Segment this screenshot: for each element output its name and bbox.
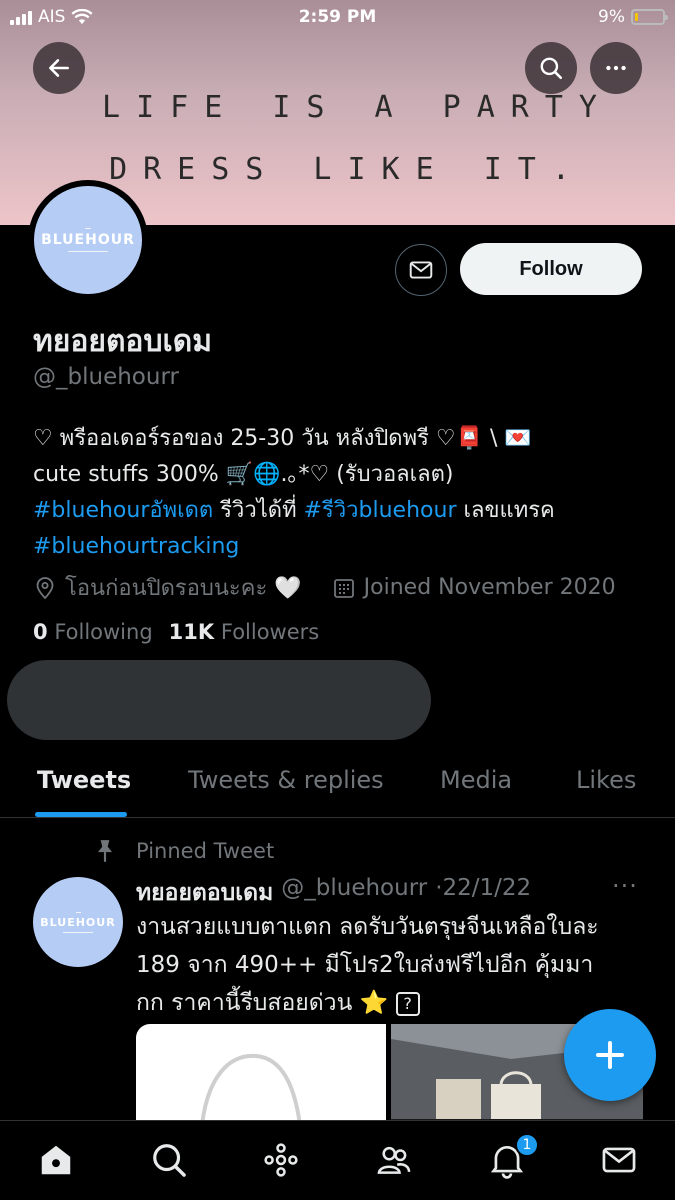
profile-avatar[interactable]: BLUEHOUR bbox=[28, 180, 148, 300]
pinned-label: Pinned Tweet bbox=[136, 839, 275, 863]
more-icon bbox=[606, 65, 626, 71]
tweet-media-1[interactable] bbox=[136, 1024, 386, 1134]
status-bar: AIS 2:59 PM 9% bbox=[0, 0, 675, 36]
following-count: 0 bbox=[33, 620, 48, 644]
tab-tweets-replies[interactable]: Tweets & replies bbox=[188, 766, 384, 794]
explore-icon[interactable] bbox=[150, 1141, 188, 1179]
profile-bio: ♡ พรีออเดอร์รอของ 25-30 วัน หลังปิดพรี ♡… bbox=[33, 421, 653, 565]
following-link[interactable]: 0 Following bbox=[33, 620, 153, 644]
tweet-more-button[interactable]: ··· bbox=[612, 872, 638, 900]
status-time: 2:59 PM bbox=[298, 7, 377, 27]
back-arrow-icon bbox=[49, 59, 69, 77]
loading-placeholder bbox=[7, 660, 431, 740]
display-name: ทยอยตอบเดม bbox=[33, 324, 213, 359]
communities-icon[interactable] bbox=[375, 1141, 413, 1179]
following-label: Following bbox=[54, 620, 153, 644]
followers-label: Followers bbox=[220, 620, 320, 644]
tab-likes[interactable]: Likes bbox=[576, 766, 636, 794]
compose-tweet-button[interactable] bbox=[564, 1009, 656, 1101]
profile-joined: Joined November 2020 bbox=[363, 575, 616, 600]
messages-icon[interactable] bbox=[600, 1141, 638, 1179]
avatar-logo-text: BLUEHOUR bbox=[41, 232, 135, 248]
compose-icon bbox=[596, 1041, 624, 1069]
tweet-text-line2: 189 จาก 490++ มีโปร2ใบส่งฟรีไปอีก คุ้มมา bbox=[136, 952, 594, 978]
tweet-avatar-text: BLUEHOUR bbox=[40, 915, 116, 929]
notification-badge: 1 bbox=[515, 1133, 539, 1157]
followers-count: 11K bbox=[168, 620, 215, 644]
tweet-avatar[interactable]: BLUEHOUR bbox=[33, 877, 123, 967]
active-tab-indicator bbox=[35, 812, 127, 817]
more-button[interactable] bbox=[590, 42, 642, 94]
location-icon bbox=[36, 576, 54, 599]
bag-handle-image bbox=[199, 1053, 303, 1134]
mail-icon bbox=[409, 261, 433, 279]
bio-hashtag-review[interactable]: #รีวิวbluehour bbox=[304, 498, 457, 523]
bio-hashtag-update[interactable]: #bluehourอัพเดต bbox=[33, 498, 213, 523]
bottom-navigation bbox=[0, 1120, 675, 1200]
banner-text-line2: DRESS LIKE IT. bbox=[109, 152, 586, 187]
message-button[interactable] bbox=[395, 244, 447, 296]
battery-percent: 9% bbox=[598, 7, 625, 27]
banner-text-line1: LIFE IS A PARTY bbox=[102, 90, 613, 125]
pinned-tweet-header: Pinned Tweet bbox=[92, 838, 274, 864]
profile-handle: @_bluehourr bbox=[33, 364, 179, 390]
bio-hashtag-tracking[interactable]: #bluehourtracking bbox=[33, 534, 239, 559]
bio-text-tracking: เลขแทรค bbox=[456, 498, 555, 523]
bio-line2: cute stuffs 300% 🛒🌐.｡*♡ (รับวอลเลต) bbox=[33, 462, 454, 487]
battery-icon bbox=[631, 9, 668, 25]
bio-line1: ♡ พรีออเดอร์รอของ 25-30 วัน หลังปิดพรี ♡… bbox=[33, 426, 532, 451]
tweet-header: ทยอยตอบเดม @_bluehourr ·22/1/22 bbox=[136, 875, 531, 911]
tweet-text-line3: กก ราคานี้รีบสอยด่วน bbox=[136, 990, 353, 1016]
unknown-emoji: ? bbox=[395, 991, 420, 1016]
profile-tabs: Tweets Tweets & replies Media Likes bbox=[0, 760, 675, 818]
profile-location: โอนก่อนปิดรอบนะคะ 🤍 bbox=[65, 576, 302, 601]
follow-stats: 0 Following 11K Followers bbox=[33, 620, 319, 644]
pin-icon bbox=[97, 840, 113, 862]
profile-meta: โอนก่อนปิดรอบนะคะ 🤍 Joined November 2020 bbox=[33, 570, 616, 605]
search-icon bbox=[540, 57, 563, 80]
home-icon[interactable] bbox=[37, 1141, 75, 1179]
back-button[interactable] bbox=[33, 42, 85, 94]
followers-link[interactable]: 11K Followers bbox=[169, 620, 320, 644]
tab-tweets[interactable]: Tweets bbox=[37, 766, 131, 794]
tweet-author-handle[interactable]: @_bluehourr bbox=[281, 875, 427, 911]
tweet-author-name[interactable]: ทยอยตอบเดม bbox=[136, 875, 273, 911]
calendar-icon bbox=[333, 578, 354, 598]
spaces-icon[interactable] bbox=[262, 1141, 300, 1179]
tweet-date[interactable]: ·22/1/22 bbox=[435, 875, 531, 911]
tab-media[interactable]: Media bbox=[440, 766, 512, 794]
search-button[interactable] bbox=[525, 42, 577, 94]
bio-text-review: รีวิวได้ที่ bbox=[213, 498, 304, 523]
follow-button[interactable]: Follow bbox=[460, 243, 642, 295]
tweet-text-line1: งานสวยแบบตาแตก ลดรับวันตรุษจีนเหลือใบละ bbox=[136, 914, 599, 940]
tweet-text: งานสวยแบบตาแตก ลดรับวันตรุษจีนเหลือใบละ … bbox=[136, 908, 656, 1022]
star-emoji: ⭐ bbox=[359, 990, 389, 1016]
